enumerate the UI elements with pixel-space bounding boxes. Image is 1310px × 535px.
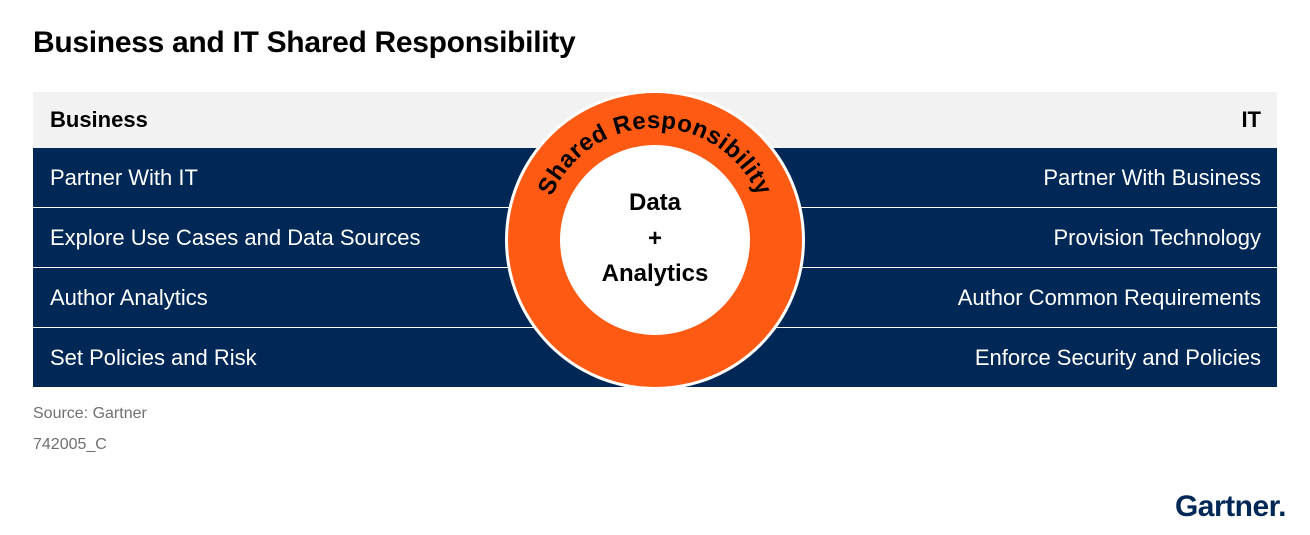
business-item-explore: Explore Use Cases and Data Sources bbox=[50, 225, 421, 250]
center-line-plus: + bbox=[648, 225, 662, 252]
it-item-provision: Provision Technology bbox=[1053, 225, 1262, 250]
it-column-header: IT bbox=[1241, 107, 1261, 132]
business-item-partner: Partner With IT bbox=[50, 165, 198, 190]
business-item-policies: Set Policies and Risk bbox=[50, 345, 257, 370]
logo-text: Gartner bbox=[1174, 490, 1279, 523]
business-item-author: Author Analytics bbox=[50, 285, 208, 310]
shared-responsibility-ring: Shared Responsibility Data + Analytics bbox=[505, 90, 805, 390]
gartner-logo: Gartner. bbox=[1174, 490, 1287, 524]
it-item-partner: Partner With Business bbox=[1043, 165, 1261, 190]
logo-dot: . bbox=[1278, 490, 1286, 523]
source-note: Source: Gartner bbox=[33, 405, 147, 422]
it-item-author-requirements: Author Common Requirements bbox=[957, 285, 1261, 310]
center-line-analytics: Analytics bbox=[602, 260, 709, 287]
business-column-header: Business bbox=[50, 107, 148, 132]
it-item-security: Enforce Security and Policies bbox=[974, 345, 1261, 370]
center-line-data: Data bbox=[629, 189, 682, 216]
figure-code: 742005_C bbox=[33, 436, 107, 453]
page-title: Business and IT Shared Responsibility bbox=[33, 26, 576, 59]
